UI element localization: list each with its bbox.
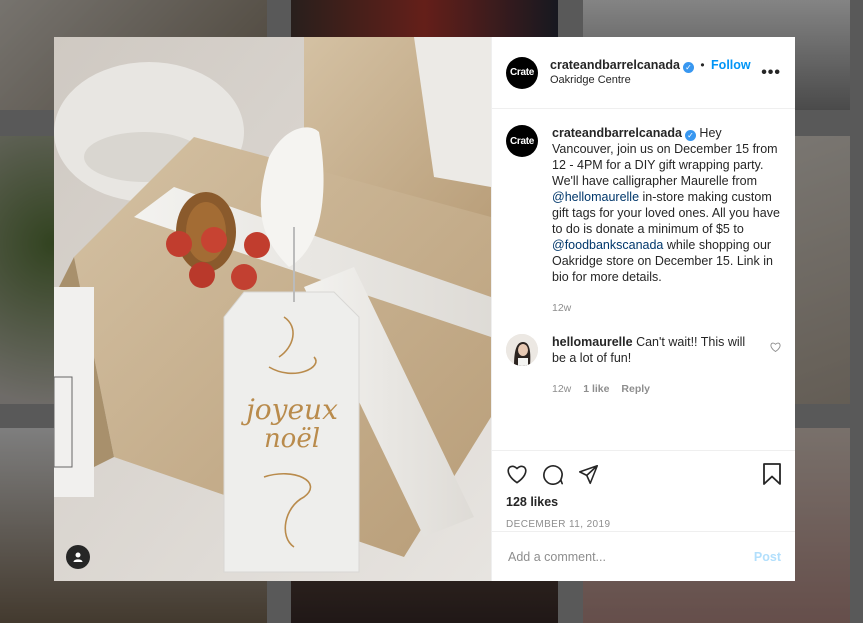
comment-button[interactable] <box>542 463 564 485</box>
post-image: joyeux noël <box>54 37 491 581</box>
likes-count[interactable]: 128 likes <box>506 495 781 509</box>
comment-username[interactable]: hellomaurelle <box>552 335 633 349</box>
mention-link[interactable]: @hellomaurelle <box>552 190 639 204</box>
bookmark-icon <box>763 463 781 485</box>
caption-age[interactable]: 12w <box>552 302 571 314</box>
avatar[interactable]: Crate <box>506 56 538 89</box>
separator-dot: • <box>700 58 705 72</box>
verified-icon: ✓ <box>682 62 694 73</box>
comment-age[interactable]: 12w <box>552 383 571 395</box>
reply-button[interactable]: Reply <box>621 383 650 395</box>
comment-icon <box>543 465 563 485</box>
comment-like-button[interactable] <box>770 342 781 397</box>
mention-link[interactable]: @foodbankscanada <box>552 238 663 252</box>
comment: hellomaurelle Can't wait!! This will be … <box>506 334 781 397</box>
user-tag-icon <box>73 552 83 562</box>
avatar[interactable]: Crate <box>506 125 538 157</box>
follow-button[interactable]: Follow <box>711 58 751 72</box>
post-modal: joyeux noël Crate crateandbarrelcanada ✓ … <box>54 37 795 581</box>
share-icon <box>578 464 599 484</box>
like-button[interactable] <box>506 464 528 484</box>
comment-input[interactable] <box>506 548 754 565</box>
verified-icon: ✓ <box>684 130 696 141</box>
tag-line-1: joyeux <box>240 393 338 426</box>
more-options-button[interactable]: ••• <box>761 64 781 82</box>
post-comment-button[interactable]: Post <box>754 550 781 564</box>
save-button[interactable] <box>763 463 781 485</box>
share-button[interactable] <box>578 464 599 485</box>
avatar[interactable] <box>506 334 538 366</box>
post-photo[interactable]: joyeux noël <box>54 37 491 581</box>
username-link[interactable]: crateandbarrelcanada <box>550 58 680 72</box>
caption-username[interactable]: crateandbarrelcanada <box>552 126 682 140</box>
tag-line-2: noël <box>264 424 320 454</box>
location-link[interactable]: Oakridge Centre <box>550 73 761 88</box>
comment-likes[interactable]: 1 like <box>583 383 609 395</box>
post-sidebar: Crate crateandbarrelcanada ✓ • Follow Oak… <box>491 37 795 581</box>
comments-section: Crate crateandbarrelcanada ✓ Hey Vancouve… <box>492 109 795 450</box>
avatar-photo <box>506 334 538 366</box>
heart-icon <box>770 342 781 353</box>
add-comment-bar: Post <box>492 531 795 581</box>
heart-icon <box>507 465 527 484</box>
caption: Crate crateandbarrelcanada ✓ Hey Vancouve… <box>506 125 781 316</box>
post-date[interactable]: DECEMBER 11, 2019 <box>506 519 781 530</box>
post-header: Crate crateandbarrelcanada ✓ • Follow Oak… <box>492 37 795 109</box>
user-tag-button[interactable] <box>66 545 90 569</box>
action-bar: 128 likes DECEMBER 11, 2019 <box>492 450 795 531</box>
